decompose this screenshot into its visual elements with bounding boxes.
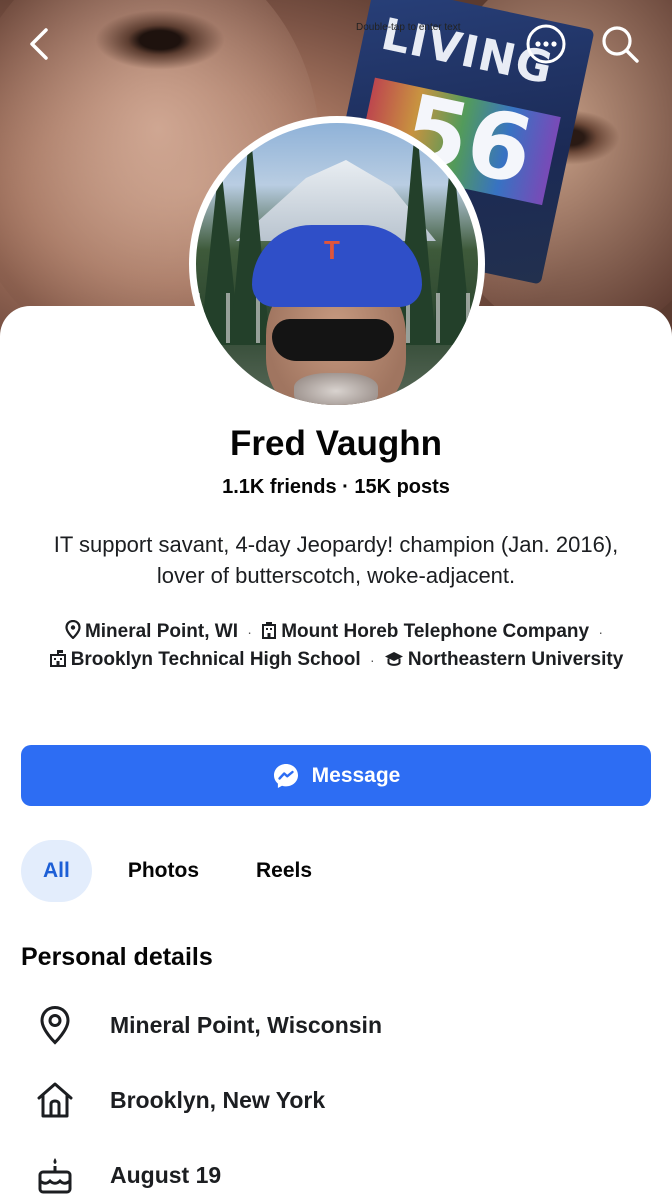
meta-location[interactable]: Mineral Point, WI xyxy=(65,620,243,642)
detail-row-hometown[interactable]: Brooklyn, New York xyxy=(30,1075,325,1125)
more-options-button[interactable] xyxy=(524,22,568,66)
cover-eye-left xyxy=(95,10,225,70)
search-icon xyxy=(602,26,639,63)
school-icon xyxy=(49,650,66,667)
meta-separator: · xyxy=(598,624,604,640)
message-button-label: Message xyxy=(311,763,401,787)
message-button[interactable]: Message xyxy=(21,745,651,806)
location-pin-icon xyxy=(65,620,81,639)
meta-high-school-text: Brooklyn Technical High School xyxy=(70,649,361,670)
graduation-cap-icon xyxy=(384,652,403,666)
profile-avatar[interactable]: T xyxy=(189,116,485,412)
avatar-photo: T xyxy=(196,123,478,405)
meta-college-text: Northeastern University xyxy=(407,649,624,670)
tab-photos[interactable]: Photos xyxy=(128,840,199,902)
avatar-beard xyxy=(294,373,378,405)
more-options-icon xyxy=(526,24,566,64)
back-chevron-icon xyxy=(30,28,48,60)
meta-work-text: Mount Horeb Telephone Company xyxy=(281,621,590,642)
back-button[interactable] xyxy=(18,22,62,66)
profile-meta: Mineral Point, WI · Mount Horeb Telephon… xyxy=(16,618,656,674)
profile-bio: IT support savant, 4-day Jeopardy! champ… xyxy=(53,532,619,588)
meta-separator: · xyxy=(247,624,252,640)
tab-reels[interactable]: Reels xyxy=(256,840,312,902)
detail-birthday-text: August 19 xyxy=(110,1161,222,1188)
tab-all[interactable]: All xyxy=(21,840,92,902)
meta-work[interactable]: Mount Horeb Telephone Company xyxy=(261,621,594,642)
home-icon xyxy=(30,1075,80,1125)
meta-college[interactable]: Northeastern University xyxy=(384,649,623,670)
meta-location-text: Mineral Point, WI xyxy=(84,621,238,642)
meta-separator: · xyxy=(369,652,375,668)
avatar-sunglasses xyxy=(272,319,394,361)
detail-current-city-text: Mineral Point, Wisconsin xyxy=(110,1011,382,1038)
profile-tabs: All Photos Reels xyxy=(21,840,312,902)
profile-stats[interactable]: 1.1K friends · 15K posts xyxy=(0,476,672,499)
detail-hometown-text: Brooklyn, New York xyxy=(110,1086,326,1113)
messenger-icon xyxy=(273,763,298,788)
detail-row-birthday[interactable]: August 19 xyxy=(30,1150,221,1200)
birthday-cake-icon xyxy=(30,1150,80,1200)
avatar-hat-logo: T xyxy=(324,235,340,265)
profile-name: Fred Vaughn xyxy=(230,424,442,463)
building-icon xyxy=(262,622,277,639)
cover-caption: Double-tap to enter text xyxy=(356,22,461,33)
search-button[interactable] xyxy=(598,22,642,66)
location-pin-icon xyxy=(30,1000,80,1050)
detail-row-current-city[interactable]: Mineral Point, Wisconsin xyxy=(30,1000,382,1050)
meta-high-school[interactable]: Brooklyn Technical High School xyxy=(49,649,366,670)
profile-sheet: Fred Vaughn 1.1K friends · 15K posts IT … xyxy=(0,306,672,1200)
personal-details-title: Personal details xyxy=(21,943,213,971)
